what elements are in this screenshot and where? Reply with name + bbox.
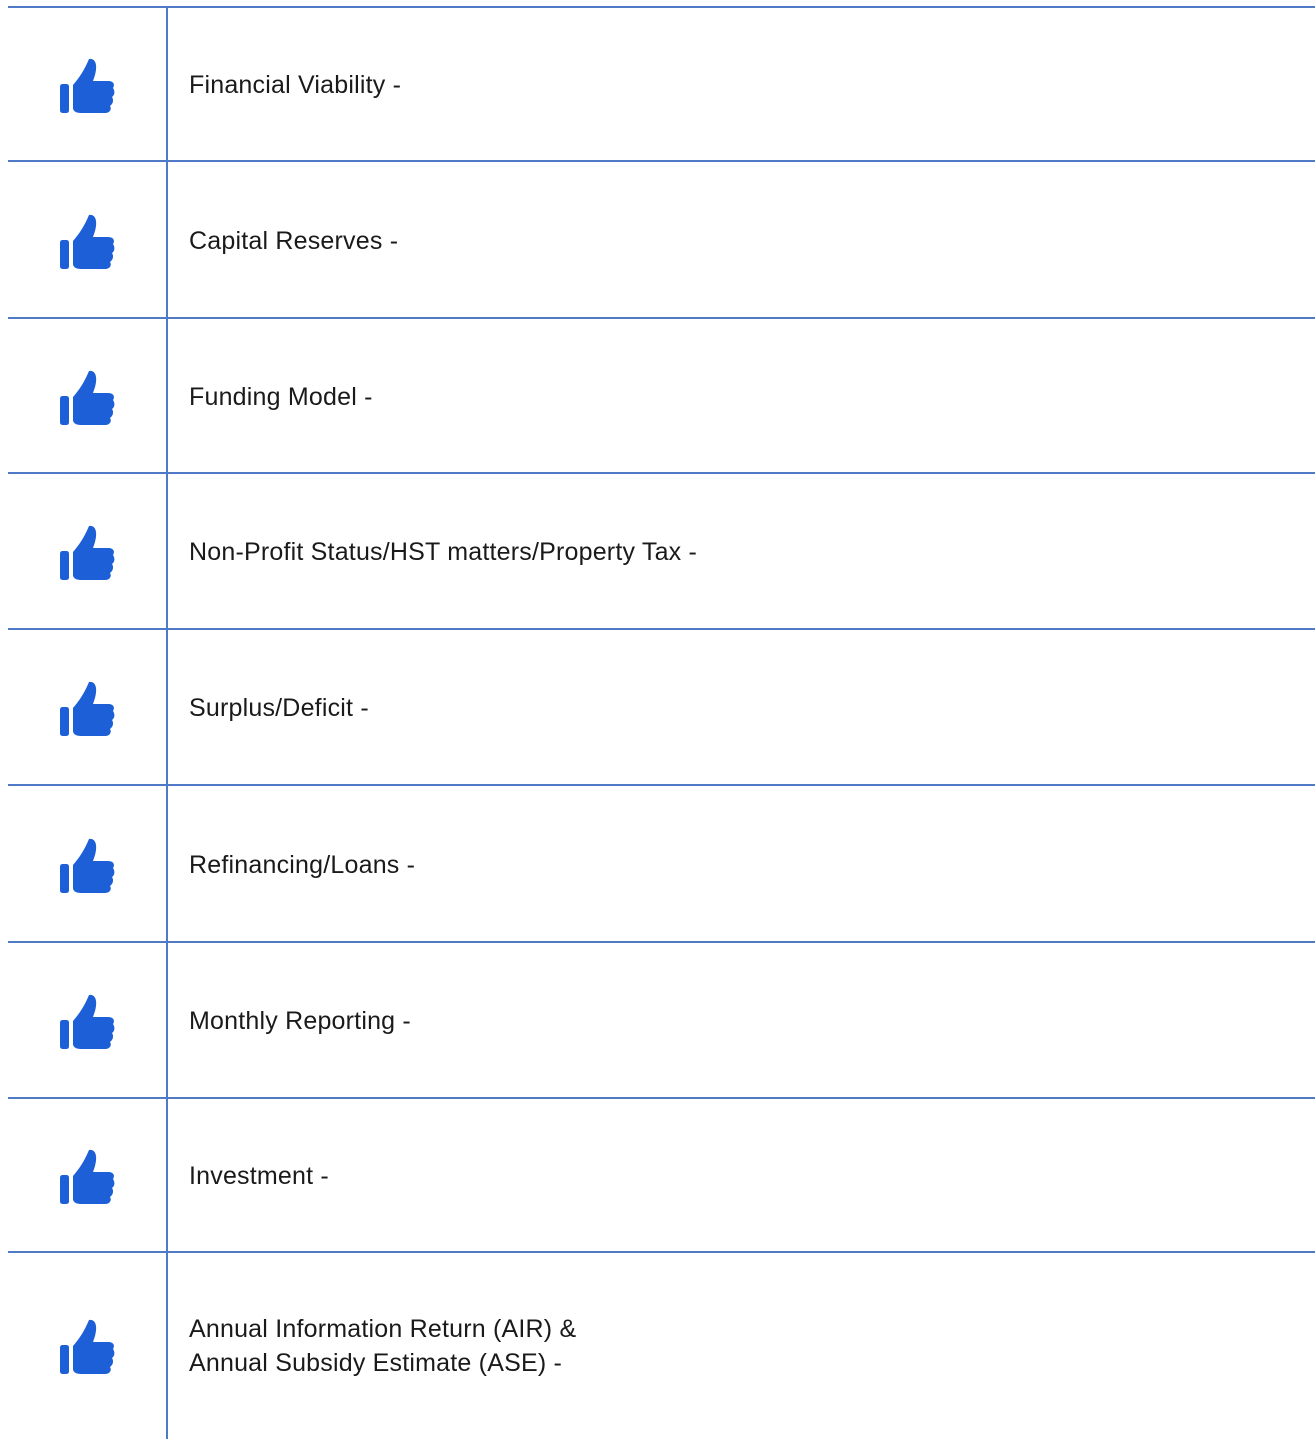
thumbs-up-icon	[8, 786, 166, 943]
checklist-table: Financial Viability - Capital Reserves -…	[0, 0, 1315, 1439]
row-label: Capital Reserves -	[189, 226, 399, 255]
thumbs-up-icon	[8, 1099, 166, 1253]
row-label: Surplus/Deficit -	[189, 694, 369, 722]
table-row: Funding Model -	[8, 317, 1315, 474]
table-row: Investment -	[8, 1097, 1315, 1253]
table-row: Surplus/Deficit -	[8, 628, 1315, 786]
thumbs-up-icon	[8, 630, 166, 786]
table-row: Non-Profit Status/HST matters/Property T…	[8, 472, 1315, 630]
thumbs-up-icon	[8, 162, 166, 319]
table-row: Financial Viability -	[8, 6, 1315, 162]
row-label: Monthly Reporting -	[189, 1007, 411, 1035]
table-row: Capital Reserves -	[8, 160, 1315, 319]
table-row: Refinancing/Loans -	[8, 784, 1315, 943]
table-row: Annual Information Return (AIR) & Annual…	[8, 1251, 1315, 1439]
thumbs-up-icon	[8, 474, 166, 630]
row-label: Annual Information Return (AIR) & Annual…	[189, 1315, 577, 1377]
row-label: Refinancing/Loans -	[189, 850, 416, 879]
thumbs-up-icon	[8, 319, 166, 474]
row-label: Non-Profit Status/HST matters/Property T…	[189, 538, 698, 566]
row-label: Investment -	[189, 1162, 329, 1190]
thumbs-up-icon	[8, 943, 166, 1099]
row-label: Funding Model -	[189, 382, 373, 411]
thumbs-up-icon	[8, 8, 166, 162]
thumbs-up-icon	[8, 1253, 166, 1439]
row-label: Financial Viability -	[189, 71, 402, 99]
table-row: Monthly Reporting -	[8, 941, 1315, 1099]
